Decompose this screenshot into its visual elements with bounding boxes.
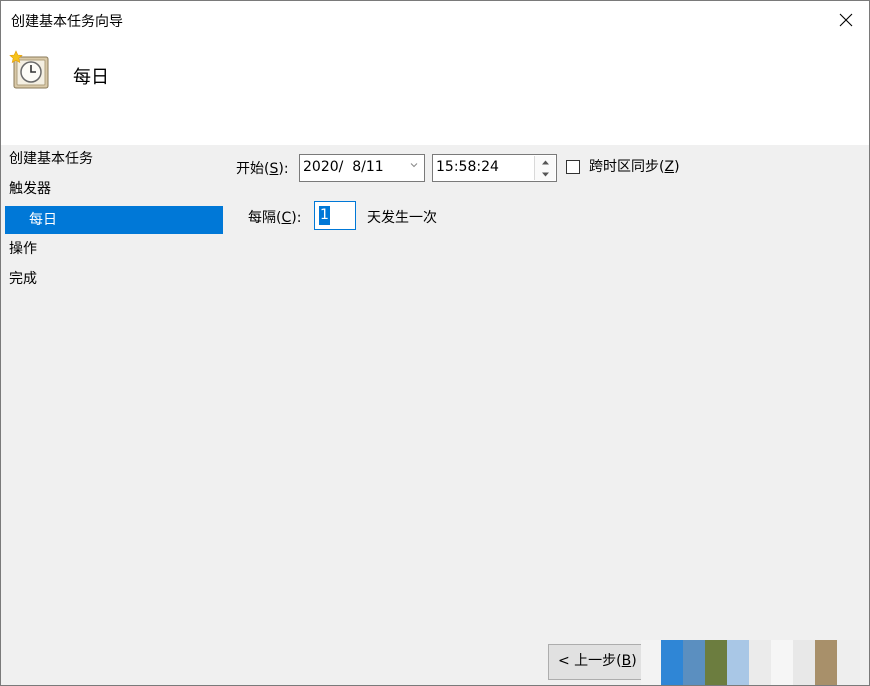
interval-input[interactable]: 1 bbox=[314, 201, 356, 230]
close-icon bbox=[839, 13, 853, 27]
spin-down-icon bbox=[541, 172, 549, 176]
back-label-suffix: ) bbox=[631, 653, 637, 669]
start-label-suffix: ): bbox=[278, 161, 289, 177]
step-label: 创建基本任务 bbox=[9, 151, 93, 167]
wizard-body: 创建基本任务 触发器 每日 操作 完成 开始(S): 2020/ 8/11 15… bbox=[1, 145, 869, 685]
start-time-value: 15:58:24 bbox=[436, 159, 499, 175]
task-clock-icon bbox=[9, 50, 49, 89]
start-time-input[interactable]: 15:58:24 bbox=[432, 154, 557, 182]
start-date-value: 2020/ 8/11 bbox=[303, 159, 384, 175]
interval-label-text: 每隔( bbox=[248, 210, 282, 226]
step-finish[interactable]: 完成 bbox=[5, 265, 223, 293]
spin-down-button[interactable] bbox=[535, 168, 555, 180]
step-label: 完成 bbox=[9, 271, 37, 287]
step-daily[interactable]: 每日 bbox=[5, 206, 223, 234]
back-button[interactable]: < 上一步(B) bbox=[548, 644, 648, 680]
back-label-text: < 上一步( bbox=[558, 653, 622, 669]
spin-up-icon bbox=[541, 160, 549, 164]
pixelated-overlay bbox=[641, 640, 869, 685]
step-trigger[interactable]: 触发器 bbox=[5, 175, 223, 203]
step-label: 操作 bbox=[9, 241, 37, 257]
interval-label: 每隔(C): bbox=[248, 208, 301, 228]
time-spinner bbox=[534, 156, 555, 180]
start-label-text: 开始( bbox=[236, 161, 270, 177]
start-label: 开始(S): bbox=[236, 159, 289, 179]
step-action[interactable]: 操作 bbox=[5, 235, 223, 263]
interval-value: 1 bbox=[319, 206, 330, 225]
interval-label-suffix: ): bbox=[291, 210, 302, 226]
window-title: 创建基本任务向导 bbox=[11, 14, 123, 30]
step-list: 创建基本任务 触发器 每日 操作 完成 bbox=[1, 145, 225, 685]
step-create-basic-task[interactable]: 创建基本任务 bbox=[5, 145, 223, 173]
sync-timezone-label[interactable]: 跨时区同步(Z) bbox=[589, 157, 680, 177]
sync-label-suffix: ) bbox=[674, 159, 680, 175]
wizard-header: 每日 bbox=[1, 39, 869, 145]
step-label: 每日 bbox=[29, 212, 57, 228]
start-date-picker[interactable]: 2020/ 8/11 bbox=[299, 154, 425, 182]
interval-label-key: C bbox=[281, 210, 292, 226]
sync-timezone-checkbox[interactable] bbox=[566, 160, 580, 174]
close-button[interactable] bbox=[823, 1, 869, 39]
sync-label-key: Z bbox=[664, 159, 675, 175]
interval-unit: 天发生一次 bbox=[367, 210, 437, 226]
back-label-key: B bbox=[621, 653, 632, 669]
wizard-window: 创建基本任务向导 每日 创建基本任务 触发器 每日 操作 完成 开始(S): 2… bbox=[0, 0, 870, 686]
page-title: 每日 bbox=[73, 67, 109, 88]
step-label: 触发器 bbox=[9, 181, 51, 197]
sync-label-text: 跨时区同步( bbox=[589, 159, 665, 175]
chevron-down-icon[interactable] bbox=[410, 161, 418, 169]
title-bar: 创建基本任务向导 bbox=[1, 1, 869, 39]
